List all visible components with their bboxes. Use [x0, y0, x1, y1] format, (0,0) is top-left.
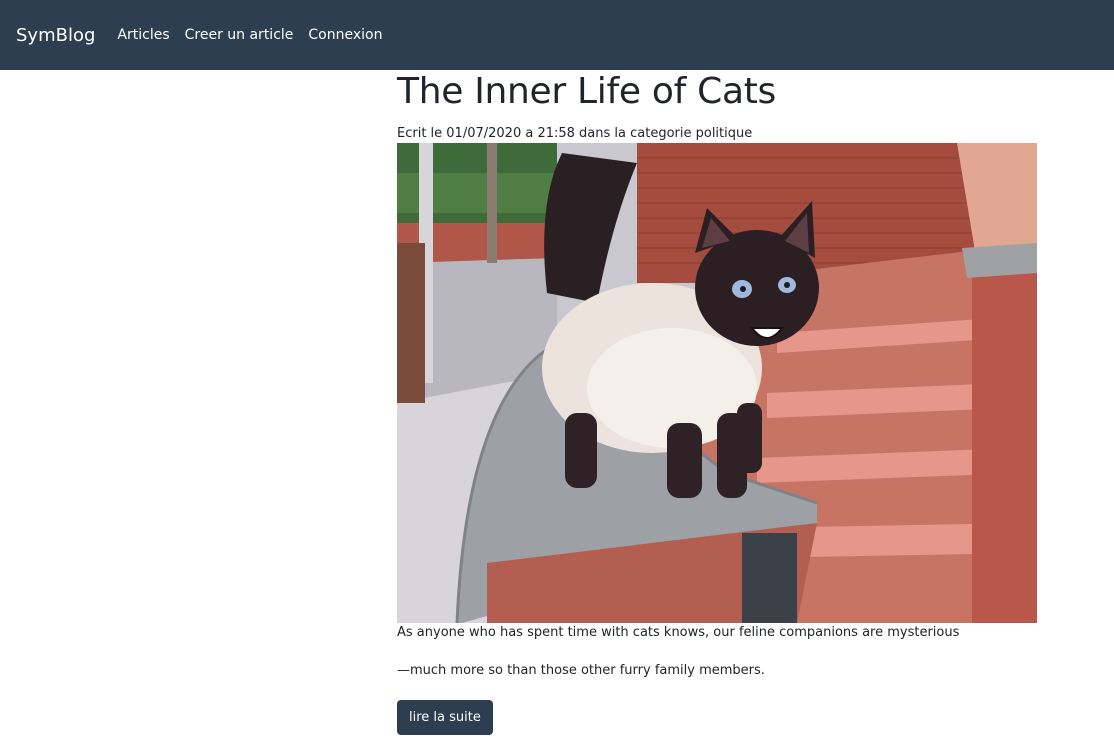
article-card: The Inner Life of Cats Ecrit le 01/07/20…: [397, 70, 1037, 735]
article-excerpt-line-2: —much more so than those other furry fam…: [397, 663, 765, 678]
top-navbar: SymBlog Articles Creer un article Connex…: [0, 0, 1114, 70]
nav-link-login[interactable]: Connexion: [308, 27, 382, 43]
article-meta: Ecrit le 01/07/2020 a 21:58 dans la cate…: [397, 126, 753, 141]
article-excerpt-line-1: As anyone who has spent time with cats k…: [397, 625, 960, 640]
article-title: The Inner Life of Cats: [397, 71, 776, 112]
nav-link-create-article[interactable]: Creer un article: [185, 27, 294, 43]
brand-link[interactable]: SymBlog: [16, 25, 95, 46]
article-image: [397, 143, 1037, 623]
read-more-button[interactable]: lire la suite: [397, 700, 493, 735]
nav-link-articles[interactable]: Articles: [117, 27, 169, 43]
